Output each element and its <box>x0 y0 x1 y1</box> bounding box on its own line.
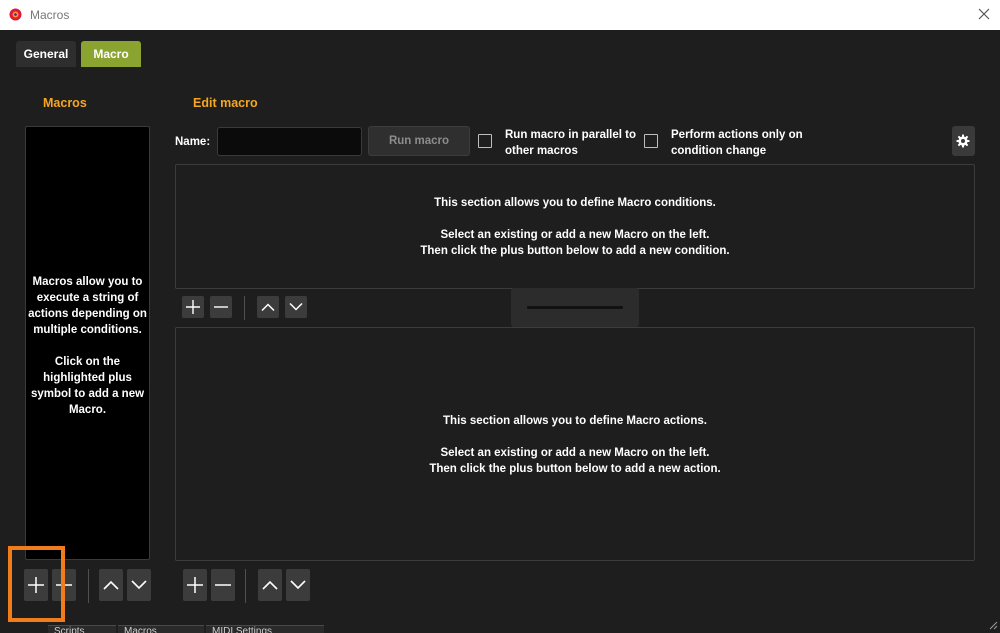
add-action-button[interactable] <box>183 569 207 601</box>
toolbar-separator <box>88 569 89 603</box>
bottom-dock-tabs: Scripts Macros MIDI Settings <box>0 625 1000 633</box>
run-parallel-checkbox[interactable] <box>478 134 492 148</box>
move-action-down-button[interactable] <box>286 569 310 601</box>
plus-icon <box>187 577 203 593</box>
down-arrow-icon <box>131 580 147 590</box>
conditions-panel[interactable]: This section allows you to define Macro … <box>175 164 975 289</box>
move-macro-up-button[interactable] <box>99 569 123 601</box>
panel-splitter-handle[interactable] <box>511 288 639 327</box>
remove-condition-button[interactable] <box>210 296 232 318</box>
name-label: Name: <box>175 136 211 148</box>
add-condition-button[interactable] <box>182 296 204 318</box>
up-arrow-icon <box>262 580 278 590</box>
actions-help-text: This section allows you to define Macro … <box>429 415 721 475</box>
minus-icon <box>215 584 231 586</box>
minus-icon <box>56 584 72 586</box>
gear-icon <box>956 134 970 148</box>
bottom-tab-scripts[interactable]: Scripts <box>48 625 116 633</box>
minus-icon <box>214 306 228 308</box>
bottom-tab-macros[interactable]: Macros <box>118 625 204 633</box>
conditions-help-text: This section allows you to define Macro … <box>420 197 730 257</box>
title-bar: Macros <box>0 0 1000 30</box>
plus-icon <box>28 577 44 593</box>
macro-name-input[interactable] <box>217 127 362 156</box>
app-icon <box>9 8 22 21</box>
remove-macro-button[interactable] <box>52 569 76 601</box>
toolbar-separator <box>245 569 246 603</box>
macro-list-help-text: Macros allow you to execute a string of … <box>28 276 147 416</box>
condition-change-label: Perform actions only on condition change <box>671 129 803 157</box>
edit-macro-section-title: Edit macro <box>193 96 258 110</box>
down-arrow-icon <box>290 580 306 590</box>
resize-grip-icon[interactable] <box>989 621 998 630</box>
move-condition-down-button[interactable] <box>285 296 307 318</box>
macros-section-title: Macros <box>43 96 87 110</box>
move-macro-down-button[interactable] <box>127 569 151 601</box>
up-arrow-icon <box>103 580 119 590</box>
up-arrow-icon <box>261 303 275 312</box>
splitter-grip <box>527 306 623 309</box>
run-macro-button[interactable]: Run macro <box>368 126 470 156</box>
move-condition-up-button[interactable] <box>257 296 279 318</box>
window-title: Macros <box>30 8 70 22</box>
bottom-tab-midi-settings[interactable]: MIDI Settings <box>206 625 324 633</box>
plus-icon <box>186 300 200 314</box>
toolbar-separator <box>244 296 245 320</box>
add-macro-button[interactable] <box>24 569 48 601</box>
move-action-up-button[interactable] <box>258 569 282 601</box>
down-arrow-icon <box>289 302 303 311</box>
close-icon[interactable] <box>978 8 990 20</box>
tab-general[interactable]: General <box>16 41 76 67</box>
run-parallel-label: Run macro in parallel to other macros <box>505 129 636 157</box>
settings-button[interactable] <box>952 126 975 156</box>
tab-macro[interactable]: Macro <box>81 41 141 67</box>
remove-action-button[interactable] <box>211 569 235 601</box>
macro-list[interactable]: Macros allow you to execute a string of … <box>25 126 150 560</box>
actions-panel[interactable]: This section allows you to define Macro … <box>175 327 975 561</box>
condition-change-checkbox[interactable] <box>644 134 658 148</box>
